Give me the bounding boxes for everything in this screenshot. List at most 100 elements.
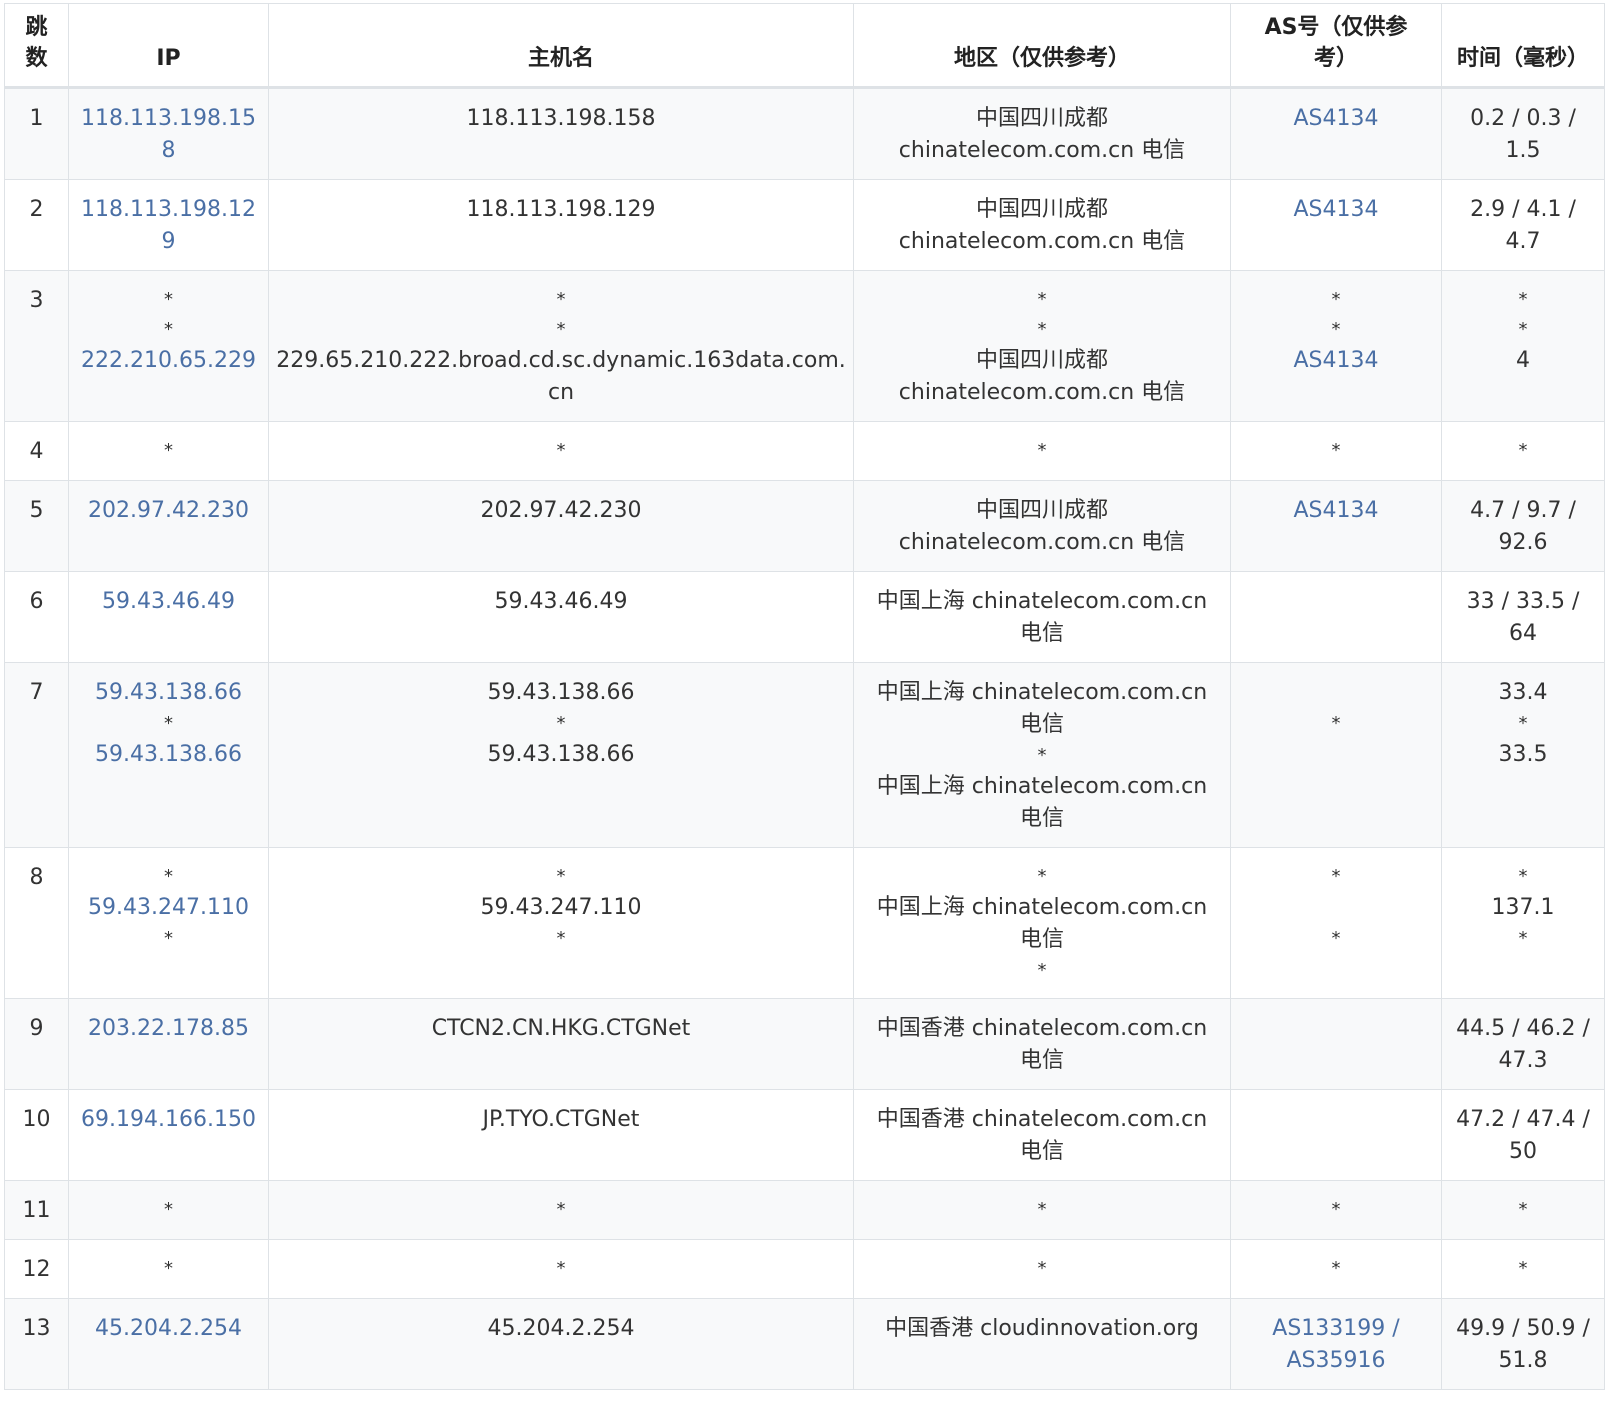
ip-text: * (164, 928, 173, 949)
ip-link[interactable]: 45.204.2.254 (75, 1313, 262, 1345)
table-row: 5 202.97.42.230 202.97.42.230 中国四川成都 chinate… (4, 480, 1605, 572)
asn-text: * (1331, 713, 1341, 734)
table-row: 8 * 59.43.247.110 * * 59.43.247.110 * * 中国上海 chi… (4, 847, 1605, 999)
region-cell: 中国香港 chinatelecom.com.cn 电信 (853, 998, 1231, 1090)
ip-cell: * (68, 421, 269, 481)
hop-cell: 1 (4, 87, 69, 180)
asn-text: * (1331, 1258, 1341, 1279)
hostname-cell: CTCN2.CN.HKG.CTGNet (268, 998, 854, 1090)
region-text: 电信 (1019, 712, 1064, 737)
ip-link[interactable]: 59.43.138.66 (75, 739, 262, 771)
region-text: 电信 (1019, 1048, 1064, 1073)
hostname-cell: 59.43.138.66 * 59.43.138.66 (268, 662, 854, 848)
asn-cell: * * (1230, 847, 1442, 999)
host-text: 59.43.247.110 (480, 895, 642, 920)
region-text: chinatelecom.com.cn 电信 (898, 138, 1186, 163)
region-cell: * 中国上海 chinatelecom.com.cn 电信 * (853, 847, 1231, 999)
time-text: 1.5 (1505, 138, 1541, 163)
time-cell: 47.2 / 47.4 / 50 (1441, 1089, 1605, 1181)
host-text: * (556, 289, 566, 310)
time-text: 33.4 (1498, 680, 1548, 705)
time-cell: 49.9 / 50.9 / 51.8 (1441, 1298, 1605, 1390)
time-text: 50 (1509, 1139, 1537, 1164)
ip-link[interactable]: 202.97.42.230 (75, 495, 262, 527)
region-cell: * (853, 421, 1231, 481)
ip-link[interactable]: 59.43.46.49 (75, 586, 262, 618)
host-text: 45.204.2.254 (487, 1316, 635, 1341)
region-text: * (1037, 745, 1047, 766)
ip-cell: 59.43.138.66 * 59.43.138.66 (68, 662, 269, 848)
asn-link[interactable]: AS133199 / (1237, 1313, 1435, 1345)
host-text: * (556, 713, 566, 734)
header-ip: IP (68, 3, 269, 89)
table-row: 11 * * * * * (4, 1180, 1605, 1240)
header-region: 地区（仅供参考） (853, 3, 1231, 89)
hostname-cell: 118.113.198.158 (268, 87, 854, 180)
time-cell: * * 4 (1441, 270, 1605, 422)
time-text: 0.2 / 0.3 / (1470, 106, 1576, 131)
table-row: 7 59.43.138.66 * 59.43.138.66 59.43.138.66 * 5… (4, 662, 1605, 848)
region-cell: * * 中国四川成都 chinatelecom.com.cn 电信 (853, 270, 1231, 422)
table-row: 2 118.113.198.129 118.113.198.129 中国四川成都 chi… (4, 179, 1605, 271)
asn-cell: * (1230, 662, 1442, 848)
asn-link[interactable]: AS4134 (1237, 345, 1435, 377)
asn-text (1237, 892, 1435, 924)
region-text: 中国四川成都 (975, 348, 1108, 373)
header-time: 时间（毫秒） (1441, 3, 1605, 89)
asn-link[interactable]: AS35916 (1237, 1345, 1435, 1377)
hostname-cell: 45.204.2.254 (268, 1298, 854, 1390)
time-cell: 4.7 / 9.7 / 92.6 (1441, 480, 1605, 572)
asn-cell (1230, 571, 1442, 663)
ip-cell: * 59.43.247.110 * (68, 847, 269, 999)
time-text: 2.9 / 4.1 / (1470, 197, 1576, 222)
traceroute-table-container: 跳数 IP 主机名 地区（仅供参考） AS号（仅供参考） 时间（毫秒） 1 118… (4, 3, 1605, 1390)
ip-cell: * * 222.210.65.229 (68, 270, 269, 422)
region-text: * (1037, 960, 1047, 981)
header-row: 跳数 IP 主机名 地区（仅供参考） AS号（仅供参考） 时间（毫秒） (4, 3, 1605, 89)
region-text: chinatelecom.com.cn 电信 (898, 530, 1186, 555)
table-row: 13 45.204.2.254 45.204.2.254 中国香港 cloudinno… (4, 1298, 1605, 1390)
hostname-cell: JP.TYO.CTGNet (268, 1089, 854, 1181)
time-text: 4.7 (1505, 229, 1541, 254)
ip-link[interactable]: 118.113.198.158 (75, 103, 262, 167)
region-cell: 中国上海 chinatelecom.com.cn 电信 (853, 571, 1231, 663)
hop-cell: 9 (4, 998, 69, 1090)
header-hop: 跳数 (4, 3, 69, 89)
ip-link[interactable]: 59.43.247.110 (75, 892, 262, 924)
ip-link[interactable]: 118.113.198.129 (75, 194, 262, 258)
time-text: * (1518, 319, 1528, 340)
region-text: 电信 (1019, 621, 1064, 646)
time-cell: * (1441, 1180, 1605, 1240)
asn-link[interactable]: AS4134 (1237, 103, 1435, 135)
region-text: * (1037, 866, 1047, 887)
ip-link[interactable]: 222.210.65.229 (75, 345, 262, 377)
time-text: 49.9 / 50.9 / (1456, 1316, 1590, 1341)
region-text: * (1037, 1258, 1047, 1279)
table-row: 6 59.43.46.49 59.43.46.49 中国上海 chinatelecom… (4, 571, 1605, 663)
hop-cell: 8 (4, 847, 69, 999)
asn-link[interactable]: AS4134 (1237, 194, 1435, 226)
host-text: * (556, 928, 566, 949)
ip-link[interactable]: 69.194.166.150 (75, 1104, 262, 1136)
host-text: * (556, 1258, 566, 1279)
time-cell: * 137.1 * (1441, 847, 1605, 999)
ip-cell: 118.113.198.129 (68, 179, 269, 271)
asn-text: * (1331, 319, 1341, 340)
asn-link[interactable]: AS4134 (1237, 495, 1435, 527)
ip-link[interactable]: 203.22.178.85 (75, 1013, 262, 1045)
asn-text: * (1331, 866, 1341, 887)
host-text: * (556, 1199, 566, 1220)
ip-link[interactable]: 59.43.138.66 (75, 677, 262, 709)
time-text: 92.6 (1498, 530, 1548, 555)
ip-cell: 202.97.42.230 (68, 480, 269, 572)
time-text: * (1518, 713, 1528, 734)
asn-cell (1230, 1089, 1442, 1181)
header-asn: AS号（仅供参考） (1230, 3, 1442, 89)
hop-cell: 6 (4, 571, 69, 663)
header-hostname: 主机名 (268, 3, 854, 89)
time-text: * (1518, 866, 1528, 887)
region-text: chinatelecom.com.cn 电信 (898, 380, 1186, 405)
region-text: 电信 (1019, 806, 1064, 831)
region-text: 中国香港 chinatelecom.com.cn (876, 1016, 1208, 1041)
time-text: * (1518, 1258, 1528, 1279)
